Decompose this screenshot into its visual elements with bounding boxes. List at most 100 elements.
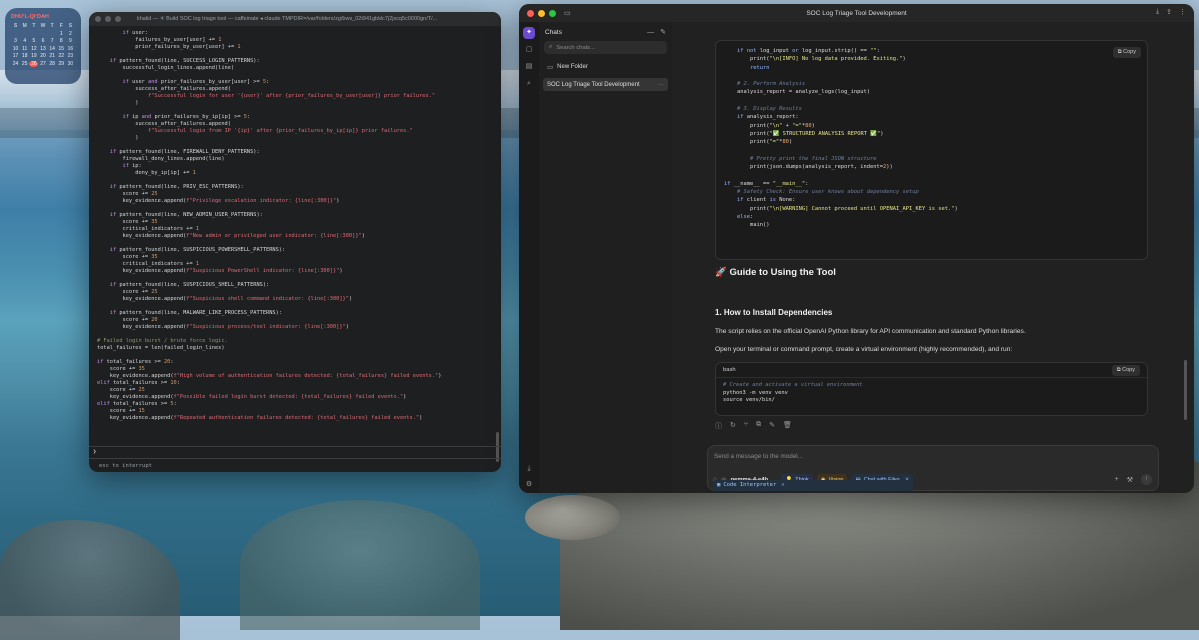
calendar-day[interactable]: 18 (20, 53, 29, 60)
more-icon[interactable]: ⋮ (1179, 8, 1186, 16)
chat-app-window[interactable]: ▭ SOC Log Triage Tool Development ⤓ ⇪ ⋮ … (519, 4, 1194, 493)
copy-button[interactable]: ⧉ Copy (1111, 364, 1140, 376)
calendar-day[interactable]: 21 (48, 53, 57, 60)
calendar-day[interactable]: 13 (38, 46, 47, 53)
chat-title: SOC Log Triage Tool Development (547, 81, 640, 88)
terminal-window[interactable]: khalid — ✳ Build SOC log triage tool — c… (89, 12, 501, 472)
calendar-day[interactable]: 1 (57, 31, 66, 38)
message-composer[interactable]: Send a message to the model... ⌂ ◎ gemma… (707, 445, 1159, 491)
terminal-line: success_after_failures.append( (97, 121, 231, 127)
terminal-status: esc to interrupt (89, 458, 501, 472)
calendar-day[interactable]: 28 (48, 61, 57, 68)
calendar-day[interactable]: 7 (48, 38, 57, 45)
calendar-day[interactable]: 8 (57, 38, 66, 45)
calendar-day[interactable]: 22 (57, 53, 66, 60)
copy-icon[interactable]: ⧉ (756, 421, 761, 431)
calendar-weekday: S (13, 23, 18, 29)
close-icon[interactable] (527, 9, 534, 17)
new-folder-button[interactable]: ▭ New Folder (543, 60, 668, 73)
search-icon: ⌕ (549, 44, 553, 50)
terminal-line: prior_failures_by_user[user] += 1 (97, 44, 241, 50)
delete-icon[interactable]: 🗑 (783, 421, 792, 431)
collapse-icon[interactable]: — (647, 29, 654, 36)
download-manager-icon[interactable]: ⤓ (523, 463, 535, 475)
calendar-day[interactable]: 4 (20, 38, 29, 45)
calendar-day[interactable]: 10 (11, 46, 20, 53)
calendar-day[interactable]: 25 (20, 61, 29, 68)
terminal-line: failures_by_user[user] += 1 (97, 37, 222, 43)
terminal-line: key_evidence.append(f"Repeated authentic… (97, 415, 423, 421)
calendar-day[interactable]: 6 (38, 38, 47, 45)
sidebar-item-soc-log-triage[interactable]: SOC Log Triage Tool Development ··· (543, 78, 668, 91)
small-boulder (525, 495, 620, 540)
search-placeholder: Search chats... (556, 44, 595, 51)
minimize-icon[interactable] (538, 9, 545, 17)
calendar-day[interactable]: 9 (66, 38, 75, 45)
calendar-day[interactable]: 12 (29, 46, 38, 53)
terminal-titlebar[interactable]: khalid — ✳ Build SOC log triage tool — c… (89, 12, 501, 26)
bash-code: # Create and activate a virtual environm… (716, 378, 1147, 409)
chats-icon[interactable]: ▢ (523, 44, 535, 56)
terminal-line: # Failed login burst / brute force logic… (97, 338, 228, 344)
code-line: print("\n[WARNING] Cannot proceed until … (724, 205, 958, 212)
code-line: if client is None: (736, 197, 796, 204)
calendar-day[interactable]: 14 (48, 46, 57, 53)
app-titlebar[interactable]: ▭ SOC Log Triage Tool Development ⤓ ⇪ ⋮ (519, 4, 1194, 23)
terminal-line: key_evidence.append(f"Possible failed lo… (97, 394, 407, 400)
calendar-day[interactable]: 19 (29, 53, 38, 60)
calendar-day[interactable]: 2 (66, 31, 75, 38)
code-interpreter-chip[interactable]: ▣ Code Interpreter ✕ (713, 480, 914, 491)
close-icon[interactable] (95, 16, 101, 22)
terminal-line: critical_indicators += 1 (97, 261, 200, 267)
code-line: print("\n[INFO] No log data provided. Ex… (724, 56, 906, 63)
regenerate-icon[interactable]: ↻ (730, 421, 736, 431)
calendar-day[interactable]: 26 (29, 60, 39, 67)
wrench-icon[interactable]: ⚒ (1127, 476, 1133, 484)
chat-options-icon[interactable]: ··· (658, 82, 664, 88)
close-icon[interactable]: ✕ (781, 481, 784, 489)
terminal-line: key_evidence.append(f"New admin or privi… (97, 233, 365, 239)
terminal-prompt[interactable]: ❯ (89, 446, 501, 458)
calendar-day[interactable]: 3 (11, 38, 20, 45)
calendar-day[interactable]: 29 (57, 61, 66, 68)
search-icon[interactable]: ⌕ (523, 78, 535, 90)
calendar-weekday: M (22, 23, 27, 29)
add-icon[interactable]: + (1115, 476, 1119, 483)
code-line: source venv/bin/ (723, 397, 775, 403)
terminal-title: khalid — ✳ Build SOC log triage tool — c… (137, 16, 438, 22)
settings-icon[interactable]: ⚙ (523, 479, 535, 491)
calendar-day[interactable]: 11 (20, 46, 29, 53)
message-input[interactable]: Send a message to the model... (714, 453, 803, 460)
info-icon[interactable]: ⓘ (715, 421, 722, 431)
share-icon[interactable]: ⇪ (1166, 8, 1172, 16)
send-button[interactable]: ↑ (1141, 474, 1152, 485)
library-icon[interactable]: ▤ (523, 61, 535, 73)
new-chat-icon[interactable]: ✎ (660, 28, 666, 36)
calendar-day[interactable]: 15 (57, 46, 66, 53)
minimize-icon[interactable] (105, 16, 111, 22)
calendar-day[interactable]: 17 (11, 53, 20, 60)
calendar-day[interactable]: 24 (11, 61, 20, 68)
zoom-icon[interactable] (115, 16, 121, 22)
sidebar-toggle-icon[interactable]: ▭ (564, 9, 571, 17)
app-logo-icon[interactable]: ✦ (523, 27, 535, 39)
zoom-icon[interactable] (549, 9, 556, 17)
download-icon[interactable]: ⤓ (1156, 8, 1159, 16)
chat-scrollbar[interactable] (1184, 360, 1187, 420)
calendar-day[interactable]: 20 (38, 53, 47, 60)
calendar-day[interactable]: 5 (29, 38, 38, 45)
calendar-widget[interactable]: DHUʻL-QIʻDAH S M T W T F S 1 2 3 4 5 6 7 8 9 10 11 12 13 14 1… (5, 8, 81, 84)
search-chats-input[interactable]: ⌕ Search chats... (544, 41, 667, 54)
terminal-line: f"Successful login from IP '{ip}' after … (148, 128, 413, 134)
terminal-line: score += 15 (97, 408, 145, 414)
code-line: # Pretty print the final JSON structure (749, 155, 877, 162)
calendar-day (11, 31, 20, 38)
calendar-day[interactable]: 16 (66, 46, 75, 53)
calendar-day[interactable]: 30 (66, 61, 75, 68)
calendar-day[interactable]: 23 (66, 53, 75, 60)
edit-icon[interactable]: ✎ (769, 421, 775, 431)
branch-icon[interactable]: ⑂ (744, 421, 748, 431)
calendar-day[interactable]: 27 (38, 61, 47, 68)
terminal-line: firewall_deny_lines.append(line) (97, 156, 225, 162)
code-line: main() (724, 222, 770, 229)
